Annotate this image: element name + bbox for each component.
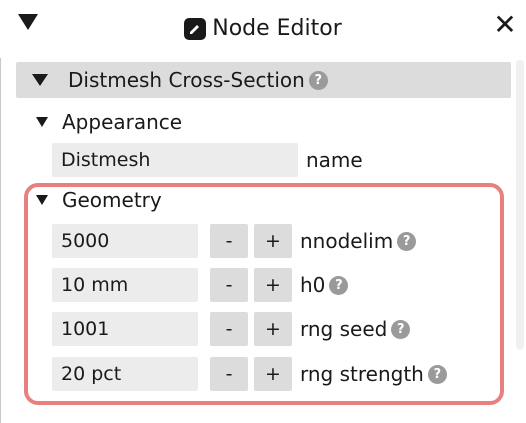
h0-label: h0	[300, 273, 326, 297]
section-header-distmesh[interactable]: Distmesh Cross-Section ?	[16, 62, 511, 98]
pencil-edit-icon	[184, 18, 207, 40]
decrement-button[interactable]: -	[210, 312, 248, 346]
decrement-button[interactable]: -	[210, 357, 248, 391]
section-title: Distmesh Cross-Section	[68, 68, 305, 92]
field-label: h0 ?	[300, 273, 349, 297]
field-label: nnodelim ?	[300, 229, 417, 253]
increment-button[interactable]: +	[254, 224, 292, 258]
group-collapse-icon[interactable]	[36, 117, 48, 127]
group-label: Appearance	[62, 110, 183, 134]
rng-strength-field[interactable]: 20 pct	[52, 357, 198, 391]
name-row: Distmesh name	[52, 143, 363, 177]
scrollbar-thumb[interactable]	[516, 60, 524, 350]
help-icon[interactable]: ?	[427, 364, 447, 384]
geometry-row-h0: 10 mm - + h0 ?	[52, 268, 349, 302]
nnodelim-label: nnodelim	[300, 229, 394, 253]
field-label: rng seed ?	[300, 317, 411, 341]
nnodelim-field[interactable]: 5000	[52, 224, 198, 258]
name-field[interactable]: Distmesh	[52, 143, 298, 177]
help-icon[interactable]: ?	[308, 70, 328, 90]
field-label: rng strength ?	[300, 362, 447, 386]
panel-border	[0, 58, 1, 423]
group-collapse-icon[interactable]	[36, 195, 48, 205]
title-bar: Node Editor ✕	[0, 0, 526, 58]
group-label: Geometry	[62, 188, 162, 212]
group-header-geometry[interactable]: Geometry	[36, 186, 162, 214]
help-icon[interactable]: ?	[397, 231, 417, 251]
rng-seed-field[interactable]: 1001	[52, 312, 198, 346]
geometry-row-rng-seed: 1001 - + rng seed ?	[52, 312, 411, 346]
rng-strength-label: rng strength	[300, 362, 424, 386]
window-title: Node Editor	[212, 16, 342, 41]
increment-button[interactable]: +	[254, 357, 292, 391]
decrement-button[interactable]: -	[210, 268, 248, 302]
name-label: name	[306, 148, 363, 172]
h0-field[interactable]: 10 mm	[52, 268, 198, 302]
window-title-area: Node Editor	[0, 14, 526, 44]
rng-seed-label: rng seed	[300, 317, 388, 341]
increment-button[interactable]: +	[254, 268, 292, 302]
geometry-row-rng-strength: 20 pct - + rng strength ?	[52, 357, 447, 391]
help-icon[interactable]: ?	[391, 319, 411, 339]
decrement-button[interactable]: -	[210, 224, 248, 258]
geometry-row-nnodelim: 5000 - + nnodelim ?	[52, 224, 417, 258]
increment-button[interactable]: +	[254, 312, 292, 346]
section-collapse-icon[interactable]	[32, 74, 48, 86]
close-icon[interactable]: ✕	[490, 10, 520, 40]
group-header-appearance[interactable]: Appearance	[36, 108, 182, 136]
help-icon[interactable]: ?	[329, 275, 349, 295]
